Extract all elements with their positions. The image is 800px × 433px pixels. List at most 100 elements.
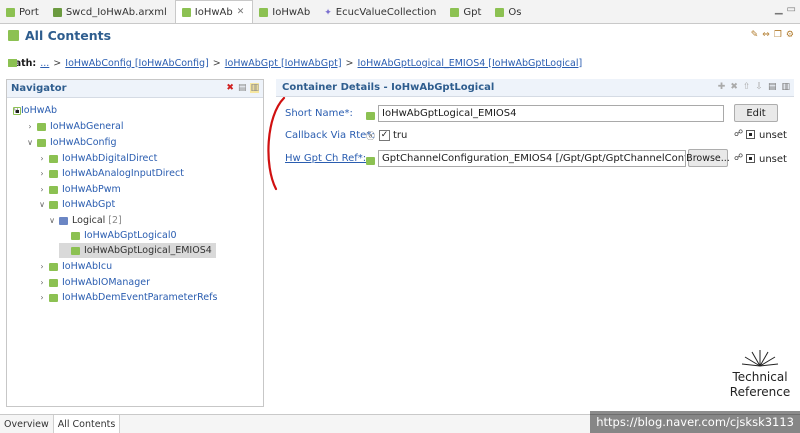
- navigator-toolbar: ✖ ▤ ▥: [226, 83, 259, 93]
- link-icon[interactable]: ⇔: [762, 30, 770, 40]
- tab-iohwab[interactable]: IoHwAb: [253, 2, 318, 23]
- tree-item-iohwabconfig[interactable]: ∨ IoHwAbConfig: [25, 135, 116, 150]
- expand-icon[interactable]: ›: [37, 169, 47, 178]
- tree-item-iohwabgptlogical0[interactable]: IoHwAbGptLogical0: [59, 228, 177, 243]
- collection-icon: ✦: [324, 7, 332, 18]
- child-count: [2]: [108, 215, 122, 226]
- tree-item-label: IoHwAbGpt: [62, 199, 116, 210]
- tree-item-label: IoHwAbDemEventParameterRefs: [62, 292, 218, 303]
- move-down-icon[interactable]: ⇩: [755, 82, 763, 92]
- expand-icon[interactable]: ›: [37, 278, 47, 287]
- breadcrumb-item-iohwabgpt[interactable]: IoHwAbGpt [IoHwAbGpt]: [225, 58, 342, 69]
- collapse-icon[interactable]: ∨: [47, 216, 57, 225]
- tab-label: Os: [508, 7, 522, 18]
- close-icon[interactable]: ✕: [237, 7, 245, 17]
- breadcrumb-separator: >: [212, 57, 221, 69]
- details-toolbar: ✚ ✖ ⇧ ⇩ ▤ ▥: [718, 82, 790, 92]
- tab-label: IoHwAb: [194, 6, 233, 18]
- list-icon[interactable]: ▤: [768, 82, 777, 92]
- hw-gpt-unset-checkbox[interactable]: [746, 154, 755, 163]
- container-icon: [49, 169, 58, 178]
- tree-item-iohwab[interactable]: ∨ IoHwAb: [11, 103, 57, 118]
- navigator-title: Navigator: [11, 83, 67, 94]
- tab-ecucvaluecollection[interactable]: ✦ EcucValueCollection: [318, 2, 444, 23]
- tree-item-iohwabgpt[interactable]: ∨ IoHwAbGpt: [37, 197, 115, 212]
- callback-via-rte-label: Callback Via Rte*:: [285, 130, 375, 141]
- collapse-icon[interactable]: ∨: [25, 138, 35, 147]
- tab-overview[interactable]: Overview: [0, 415, 54, 433]
- tab-os[interactable]: Os: [489, 2, 529, 23]
- minimize-icon[interactable]: ▁: [775, 4, 783, 15]
- tree-item-label: IoHwAbGeneral: [50, 121, 124, 132]
- tab-gpt[interactable]: Gpt: [444, 2, 489, 23]
- short-name-input[interactable]: IoHwAbGptLogical_EMIOS4: [378, 105, 724, 122]
- logo-line-1: Technical: [732, 370, 788, 384]
- expand-icon[interactable]: ›: [25, 122, 35, 131]
- tree-item-iohwabicu[interactable]: › IoHwAbIcu: [37, 259, 112, 274]
- collapse-icon[interactable]: ∨: [37, 200, 47, 209]
- tab-iohwab-active[interactable]: IoHwAb ✕: [174, 0, 254, 23]
- collapse-all-icon[interactable]: ▥: [250, 83, 259, 93]
- add-icon[interactable]: ✚: [718, 82, 726, 92]
- tree-item-iohwabgptlogical-emios4[interactable]: IoHwAbGptLogical_EMIOS4: [59, 243, 216, 258]
- tree-item-iohwabpwm[interactable]: › IoHwAbPwm: [37, 182, 121, 197]
- tree-item-iohwabdemeventparameterrefs[interactable]: › IoHwAbDemEventParameterRefs: [37, 290, 217, 305]
- tree-item-iohwabanaloginputdirect[interactable]: › IoHwAbAnalogInputDirect: [37, 166, 184, 181]
- page-header: All Contents ✎ ⇔ ❐ ⚙: [0, 24, 800, 46]
- module-icon: [450, 8, 460, 17]
- browse-button[interactable]: Browse...: [686, 149, 730, 167]
- tree-item-iohwabdigitaldirect[interactable]: › IoHwAbDigitalDirect: [37, 151, 157, 166]
- container-details-panel: Container Details - IoHwAbGptLogical ✚ ✖…: [276, 79, 794, 407]
- folder-icon: [59, 216, 68, 225]
- tree-item-label: IoHwAbPwm: [62, 184, 121, 195]
- hw-gpt-unset-label: unset: [759, 154, 787, 165]
- navigator-panel: Navigator ✖ ▤ ▥ ∨ IoHwAb › IoHwAbGeneral ∨…: [6, 79, 264, 407]
- expand-icon[interactable]: ›: [37, 154, 47, 163]
- tab-all-contents[interactable]: All Contents: [53, 415, 121, 433]
- expand-icon[interactable]: ›: [37, 293, 47, 302]
- tree-item-label: IoHwAb: [21, 105, 58, 116]
- hw-gpt-ch-ref-label[interactable]: Hw Gpt Ch Ref*:: [285, 153, 366, 164]
- tab-swcd-arxml[interactable]: Swcd_IoHwAb.arxml: [47, 2, 175, 23]
- pin-icon[interactable]: ✎: [751, 30, 759, 40]
- delete-icon[interactable]: ✖: [226, 83, 234, 93]
- tab-label: EcucValueCollection: [335, 7, 437, 18]
- maximize-icon[interactable]: ▭: [787, 4, 796, 15]
- container-icon: [366, 157, 375, 165]
- tab-port[interactable]: Port: [0, 2, 47, 23]
- expand-icon[interactable]: ›: [37, 185, 47, 194]
- container-icon: [49, 200, 58, 209]
- tab-label: Gpt: [463, 7, 482, 18]
- menu-icon[interactable]: ▥: [781, 82, 790, 92]
- breadcrumb-item-iohwabconfig[interactable]: IoHwAbConfig [IoHwAbConfig]: [65, 58, 209, 69]
- window-controls: ▁ ▭: [775, 4, 796, 15]
- container-icon: [49, 185, 58, 194]
- tree-item-logical[interactable]: ∨ Logical [2]: [47, 213, 122, 228]
- module-icon: [259, 8, 269, 17]
- tree-item-iohwabiomanager[interactable]: › IoHwAbIOManager: [37, 275, 150, 290]
- logo-line-2: Reference: [729, 385, 791, 399]
- container-icon: [49, 154, 58, 163]
- remove-icon[interactable]: ✖: [730, 82, 738, 92]
- callback-via-rte-checkbox[interactable]: ✓: [379, 130, 390, 141]
- navigator-header: Navigator ✖ ▤ ▥: [7, 80, 263, 98]
- header-toolbar: ✎ ⇔ ❐ ⚙: [751, 30, 794, 40]
- chain-link-icon: ☍: [734, 129, 744, 139]
- editor-tab-bar: Port Swcd_IoHwAb.arxml IoHwAb ✕ IoHwAb ✦ E…: [0, 0, 800, 24]
- callback-unset-checkbox[interactable]: [746, 130, 755, 139]
- callback-via-rte-value: tru: [393, 130, 408, 141]
- breadcrumb-item-gptlogical-emios4[interactable]: IoHwAbGptLogical_EMIOS4 [IoHwAbGptLogica…: [358, 58, 583, 69]
- edit-button[interactable]: Edit: [734, 104, 778, 122]
- sunburst-icon: [741, 350, 779, 367]
- page-title: All Contents: [25, 27, 112, 43]
- module-icon: [6, 8, 15, 17]
- move-up-icon[interactable]: ⇧: [743, 82, 751, 92]
- settings-icon[interactable]: ⚙: [786, 30, 794, 40]
- expand-icon[interactable]: ›: [37, 262, 47, 271]
- copy-icon[interactable]: ❐: [774, 30, 782, 40]
- tree-item-iohwabgeneral[interactable]: › IoHwAbGeneral: [25, 119, 124, 134]
- filter-icon[interactable]: ▤: [238, 83, 247, 93]
- breadcrumb-root[interactable]: ...: [40, 58, 49, 69]
- container-icon: [49, 278, 58, 287]
- hw-gpt-ch-ref-input[interactable]: GptChannelConfiguration_EMIOS4 [/Gpt/Gpt…: [378, 150, 686, 167]
